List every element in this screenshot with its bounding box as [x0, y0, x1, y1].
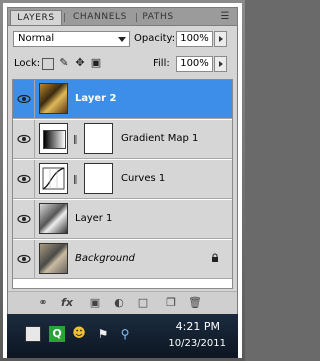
lock-icon [212, 253, 218, 262]
opacity-label: Opacity: [134, 33, 176, 44]
layer-name[interactable]: Layer 1 [75, 212, 112, 226]
lock-all-icon[interactable]: ▣ [90, 57, 102, 69]
tab-layers[interactable]: LAYERS [10, 10, 62, 25]
curves-thumbnail [39, 163, 68, 194]
layers-panel: LAYERS CHANNELS PATHS ☰ Normal Opacity: … [7, 7, 238, 314]
flag-icon[interactable]: ⚑ [95, 326, 111, 342]
fill-field[interactable]: 100% [176, 56, 213, 72]
layer-row[interactable]: Layer 1 [13, 200, 232, 239]
window-frame: LAYERS CHANNELS PATHS ☰ Normal Opacity: … [0, 0, 245, 361]
show-desktop-icon[interactable] [25, 326, 41, 342]
clock-time[interactable]: 4:21 PM [176, 320, 220, 333]
layer-thumbnail [39, 83, 68, 114]
layer-thumbnail [39, 243, 68, 274]
clock-date[interactable]: 10/23/2011 [168, 338, 226, 349]
layer-mask-thumbnail[interactable] [84, 123, 113, 154]
trash-icon[interactable]: 🗑 [188, 296, 202, 310]
new-group-icon[interactable]: □ [136, 296, 150, 310]
tab-channels[interactable]: CHANNELS [65, 10, 135, 25]
add-mask-icon[interactable]: ▣ [88, 296, 102, 310]
layer-row[interactable]: ‖ Curves 1 [13, 160, 232, 199]
panel-menu-icon[interactable]: ☰ [219, 11, 231, 22]
windows-taskbar: Q ☻ ⚑ ⚲ 4:21 PM 10/23/2011 [7, 314, 238, 358]
lock-move-icon[interactable]: ✥ [74, 57, 86, 69]
quicktime-icon[interactable]: Q [49, 326, 65, 342]
fill-label: Fill: [153, 58, 170, 69]
lock-brush-icon[interactable]: ✎ [58, 57, 70, 69]
visibility-toggle[interactable] [13, 80, 35, 118]
layers-list: Layer 2 ‖ Gradient Map 1 ‖ Curves 1 Laye… [12, 79, 233, 289]
visibility-toggle[interactable] [13, 240, 35, 278]
chevron-down-icon [118, 37, 126, 42]
layer-name[interactable]: Layer 2 [75, 92, 116, 106]
layer-row[interactable]: Layer 2 [13, 80, 232, 119]
link-icon[interactable]: ‖ [73, 174, 79, 186]
tab-separator [136, 13, 137, 22]
gradient-map-thumbnail [39, 123, 68, 154]
layer-row[interactable]: ‖ Gradient Map 1 [13, 120, 232, 159]
eye-icon [17, 254, 31, 264]
eye-icon [17, 94, 31, 104]
eye-icon [17, 134, 31, 144]
layer-row[interactable]: Background [13, 240, 232, 279]
layer-name[interactable]: Curves 1 [121, 172, 165, 186]
opacity-field[interactable]: 100% [176, 31, 213, 47]
lock-transparent-icon[interactable] [42, 58, 54, 70]
fx-icon[interactable]: fx [60, 296, 74, 310]
eye-icon [17, 174, 31, 184]
new-layer-icon[interactable]: ❐ [164, 296, 178, 310]
visibility-toggle[interactable] [13, 200, 35, 238]
link-layers-icon[interactable]: ⚭ [36, 296, 50, 310]
users-icon[interactable]: ☻ [71, 326, 87, 342]
adjustment-layer-icon[interactable]: ◐ [112, 296, 126, 310]
fill-slider-button[interactable] [214, 56, 227, 72]
layer-name[interactable]: Gradient Map 1 [121, 132, 198, 146]
blend-mode-value: Normal [18, 33, 55, 44]
tab-paths[interactable]: PATHS [138, 10, 178, 25]
layers-bottom-bar: ⚭ fx ▣ ◐ □ ❐ 🗑 [8, 291, 237, 314]
lock-label: Lock: [14, 58, 41, 69]
curves-icon [42, 167, 65, 190]
eye-icon [17, 214, 31, 224]
visibility-toggle[interactable] [13, 160, 35, 198]
link-icon[interactable]: ‖ [73, 134, 79, 146]
opacity-slider-button[interactable] [214, 31, 227, 47]
network-icon[interactable]: ⚲ [117, 326, 133, 342]
visibility-toggle[interactable] [13, 120, 35, 158]
panel-tabbar: LAYERS CHANNELS PATHS ☰ [8, 8, 237, 26]
layer-thumbnail [39, 203, 68, 234]
gradient-icon [43, 130, 66, 149]
layer-name[interactable]: Background [75, 252, 135, 266]
blend-mode-select[interactable]: Normal [13, 31, 130, 47]
layer-mask-thumbnail[interactable] [84, 163, 113, 194]
